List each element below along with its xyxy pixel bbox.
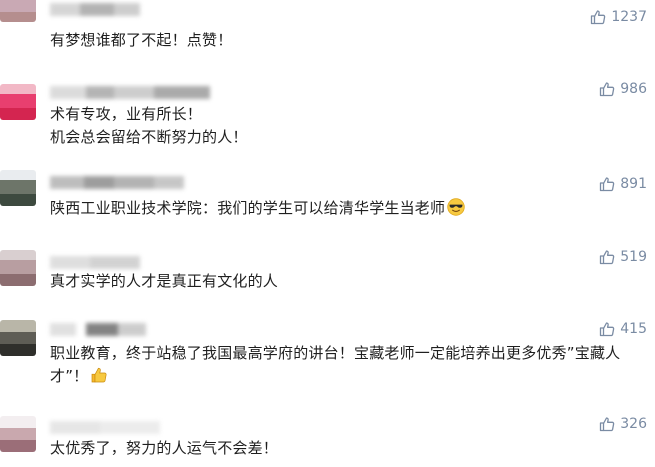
like-button[interactable]: 986 [599,79,647,99]
avatar[interactable] [0,250,36,286]
thumbs-up-icon [600,417,615,432]
like-count: 519 [620,249,647,265]
avatar-band-top [0,84,36,94]
thumbs-up-icon [600,250,615,265]
avatar-band-bottom [0,274,36,286]
comment-text: 职业教育，终于站稳了我国最高学府的讲台！宝藏老师一定能培养出更多优秀”宝藏人才”… [50,342,630,388]
avatar-band-top [0,416,36,428]
cool-face-emoji [447,198,465,216]
like-button[interactable]: 519 [599,247,647,267]
avatar[interactable] [0,0,36,22]
like-count: 986 [620,81,647,97]
like-count: 891 [620,176,647,192]
thumbs-up-icon [591,10,606,25]
comment-text: 有梦想谁都了不起！点赞！ [50,31,233,49]
avatar-band-bottom [0,194,36,206]
comment-text: 太优秀了，努力的人运气不会差！ [50,439,279,457]
avatar-band-mid [0,0,36,12]
avatar-band-bottom [0,12,36,22]
comment-text: 术有专攻，业有所长！ 机会总会留给不断努力的人！ [50,105,248,146]
like-count: 415 [620,321,647,337]
nickname-blurred[interactable] [50,421,160,434]
avatar[interactable] [0,416,36,452]
nickname-blurred[interactable] [50,256,140,269]
avatar-band-mid [0,428,36,440]
avatar[interactable] [0,84,36,120]
nickname-blurred[interactable] [50,176,184,189]
avatar-band-bottom [0,108,36,120]
nickname-blurred[interactable] [50,86,210,99]
avatar-band-bottom [0,440,36,452]
comment-text: 真才实学的人才是真正有文化的人 [50,272,279,290]
like-button[interactable]: 891 [599,174,647,194]
thumbs-up-icon [600,177,615,192]
avatar-band-top [0,170,36,180]
avatar-band-top [0,320,36,332]
comment-text: 陕西工业职业技术学院：我们的学生可以给清华学生当老师 [50,197,610,220]
thumbs-up-icon [600,322,615,337]
like-button[interactable]: 415 [599,319,647,339]
avatar[interactable] [0,320,36,356]
avatar-band-mid [0,180,36,194]
avatar-band-mid [0,94,36,108]
nickname-blurred[interactable] [50,323,146,336]
like-button[interactable]: 1237 [590,7,647,27]
avatar[interactable] [0,170,36,206]
comment-text-content: 陕西工业职业技术学院：我们的学生可以给清华学生当老师 [50,199,446,217]
comment-text-content: 职业教育，终于站稳了我国最高学府的讲台！宝藏老师一定能培养出更多优秀”宝藏人才”… [50,344,621,385]
like-count: 326 [620,416,647,432]
avatar-band-top [0,250,36,260]
like-button[interactable]: 326 [599,414,647,434]
avatar-band-bottom [0,344,36,356]
thumbs-up-icon [600,82,615,97]
thumbs-up-emoji [92,367,107,383]
avatar-band-mid [0,332,36,344]
nickname-blurred[interactable] [50,3,140,16]
like-count: 1237 [611,9,647,25]
avatar-band-mid [0,260,36,274]
